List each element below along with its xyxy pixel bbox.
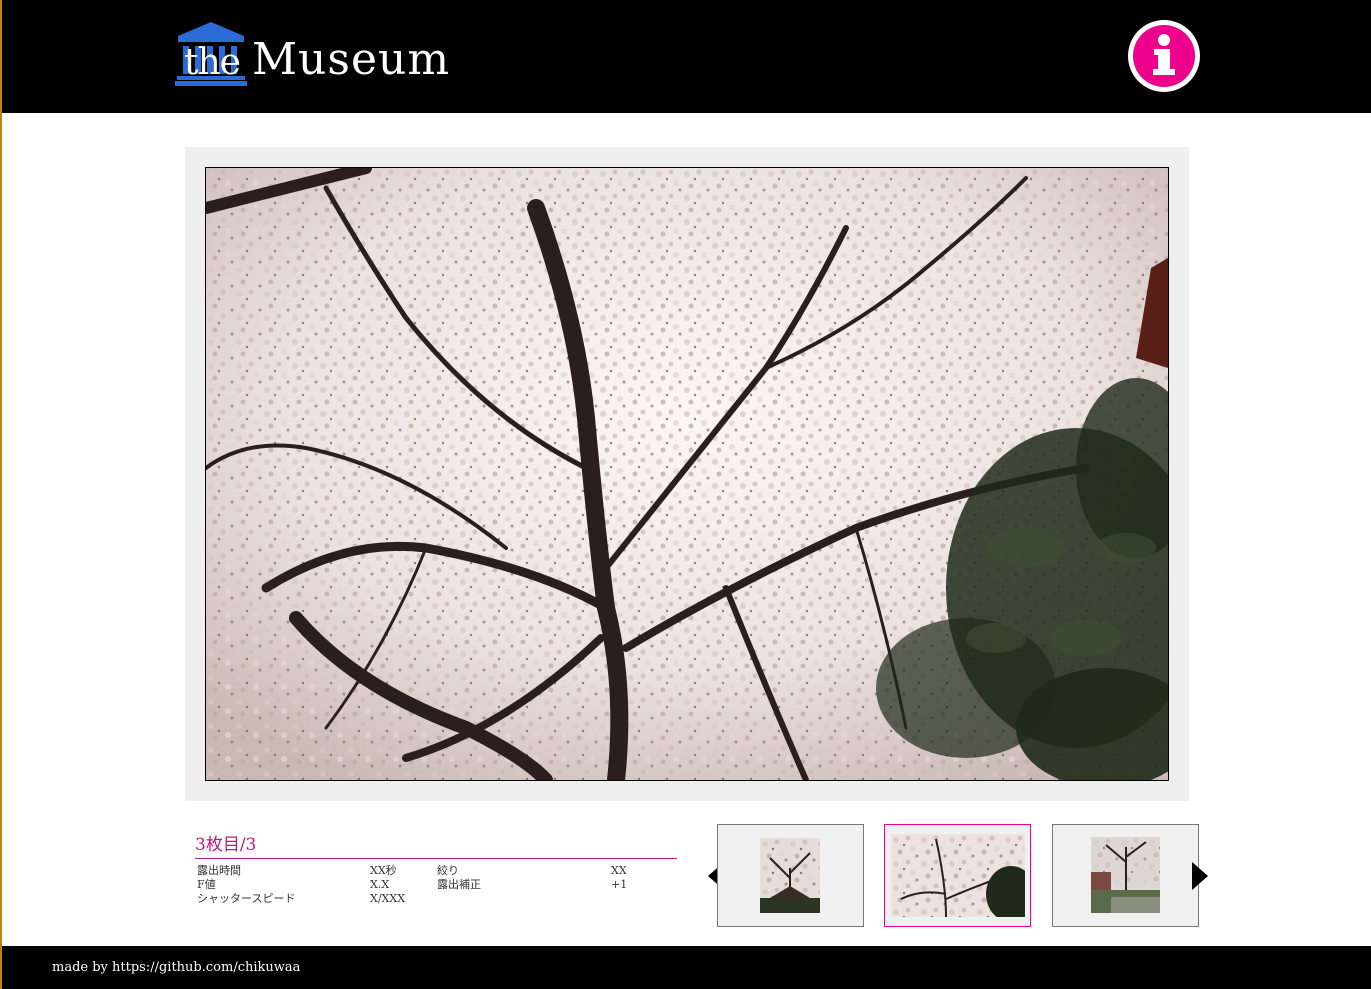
thumbnail-1[interactable] [717, 824, 864, 927]
shutter-speed-value: X/XXX [370, 892, 406, 905]
main-photo[interactable] [205, 167, 1169, 781]
page-edge-line [0, 0, 2, 989]
aperture-value: XX [611, 864, 627, 877]
site-logo[interactable]: the Museum [174, 20, 449, 90]
exposure-compensation-value: +1 [611, 878, 628, 891]
logo-text-museum: Museum [252, 34, 451, 85]
shutter-speed-label: シャッタースピード [197, 892, 296, 905]
chevron-right-icon[interactable] [1192, 862, 1208, 890]
exif-values-right: XX +1 [611, 864, 627, 892]
fnumber-value: X.X [370, 878, 390, 891]
photo-caption: 3枚目/3 露出時間 F値 シャッタースピード XX秒 X.X X/XXX 絞り… [195, 834, 677, 905]
site-header: the Museum [2, 0, 1371, 113]
logo-text-the: the [184, 42, 241, 83]
caption-divider [195, 858, 677, 859]
site-footer: made by https://github.com/chikuwaa [2, 946, 1371, 989]
exposure-time-label: 露出時間 [197, 864, 241, 877]
aperture-label: 絞り [437, 864, 459, 877]
thumbnail-3[interactable] [1052, 824, 1199, 927]
thumbnail-2[interactable] [884, 824, 1031, 927]
exposure-compensation-label: 露出補正 [437, 878, 481, 891]
exif-values-left: XX秒 X.X X/XXX [370, 864, 405, 906]
fnumber-label: F値 [197, 878, 216, 891]
info-button[interactable] [1128, 20, 1200, 92]
exif-labels-left: 露出時間 F値 シャッタースピード [197, 864, 295, 906]
footer-credit[interactable]: made by https://github.com/chikuwaa [52, 960, 300, 975]
exposure-time-value: XX秒 [370, 864, 397, 877]
photo-counter: 3枚目/3 [195, 835, 257, 855]
main-photo-frame [185, 147, 1189, 801]
info-icon [1133, 25, 1195, 87]
exif-labels-right: 絞り 露出補正 [437, 864, 481, 892]
